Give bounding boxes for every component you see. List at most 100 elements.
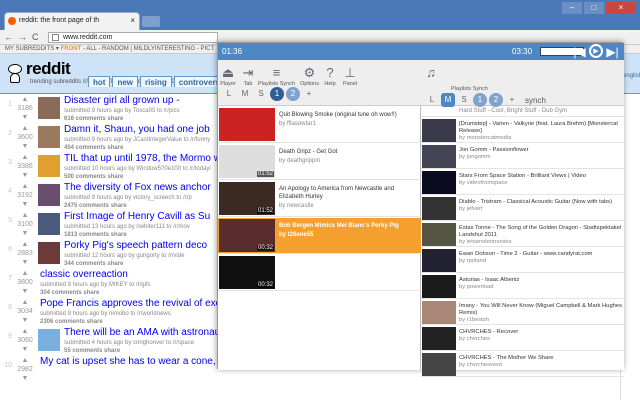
- post-comments-link[interactable]: 55 comments share: [64, 347, 220, 355]
- back-icon[interactable]: ←: [4, 32, 13, 42]
- video-thumbnail[interactable]: [422, 301, 456, 324]
- page-button-add[interactable]: +: [302, 87, 316, 101]
- page-button-s[interactable]: S: [254, 87, 268, 101]
- video-thumbnail[interactable]: [422, 353, 456, 376]
- post-comments-link[interactable]: 2306 comments share: [40, 318, 220, 326]
- post-title[interactable]: Porky Pig's speech pattern deco: [64, 240, 220, 251]
- post-comments-link[interactable]: 616 comments share: [64, 115, 220, 123]
- player-button[interactable]: ⏏ Player: [220, 66, 236, 88]
- page-button-m[interactable]: M: [238, 87, 252, 101]
- subreddit-links[interactable]: - ALL - RANDOM | MILDLYINTERESTING - PIC…: [83, 46, 214, 52]
- downvote-icon[interactable]: ▼: [15, 200, 35, 209]
- upvote-icon[interactable]: ▲: [15, 269, 35, 278]
- post-thumbnail[interactable]: [38, 242, 60, 264]
- maximize-icon[interactable]: □: [584, 2, 604, 14]
- video-thumbnail[interactable]: 01:52: [219, 182, 275, 215]
- post-thumbnail[interactable]: [38, 329, 60, 351]
- video-thumbnail[interactable]: 00:32: [219, 256, 275, 289]
- downvote-icon[interactable]: ▼: [15, 374, 35, 383]
- video-title[interactable]: Bob Bergen Mimics Mel Blanc's Porky Pig b…: [279, 222, 419, 239]
- video-item[interactable]: Jon Gomm - Passionflower by jongomm: [421, 144, 624, 169]
- page-button-1[interactable]: 1: [270, 87, 284, 101]
- downvote-icon[interactable]: ▼: [15, 113, 35, 122]
- browser-tab[interactable]: reddit: the front page of th ×: [4, 12, 140, 30]
- video-item[interactable]: CHVRCHES - Recover by chvrches: [421, 326, 624, 351]
- video-thumbnail[interactable]: [422, 327, 456, 350]
- video-item[interactable]: [Drumstep] - Varien - Valkyrie (feat. La…: [421, 118, 624, 143]
- forward-icon[interactable]: →: [18, 32, 27, 42]
- page-button-l[interactable]: L: [425, 93, 439, 107]
- page-button-2[interactable]: 2: [489, 93, 503, 107]
- video-item[interactable]: Asturias - Isaac Albeniz by powerload: [421, 274, 624, 299]
- play-button[interactable]: ▶: [589, 44, 603, 58]
- upvote-icon[interactable]: ▲: [15, 95, 35, 104]
- options-button[interactable]: ⚙ Options: [300, 66, 319, 88]
- video-title[interactable]: Jon Gomm - Passionflower by jongomm: [459, 147, 623, 161]
- post-thumbnail[interactable]: [38, 126, 60, 148]
- post-title[interactable]: My cat is upset she has to wear a cone, …: [40, 356, 220, 367]
- right-playlists-synch-button[interactable]: ♫: [423, 66, 439, 81]
- upvote-icon[interactable]: ▲: [15, 327, 35, 336]
- video-title[interactable]: Imany - You Will Never Know (Miguel Camp…: [459, 303, 623, 324]
- video-item[interactable]: Quit Blowing Smoke (original tune oh wow…: [218, 107, 421, 143]
- video-title[interactable]: Ewan Dobson - Time 2 - Guitar - www.cand…: [459, 251, 623, 265]
- page-button-add[interactable]: +: [505, 93, 519, 107]
- video-title[interactable]: Quit Blowing Smoke (original tune oh wow…: [279, 111, 419, 128]
- post-title[interactable]: There will be an AMA with astronaut Buzz…: [64, 327, 220, 338]
- upvote-icon[interactable]: ▲: [15, 240, 35, 249]
- upvote-icon[interactable]: ▲: [15, 298, 35, 307]
- downvote-icon[interactable]: ▼: [15, 345, 35, 354]
- video-title[interactable]: An Apology to America from Newcastle and…: [279, 185, 419, 210]
- post-comments-link[interactable]: 500 comments share: [64, 173, 220, 181]
- downvote-icon[interactable]: ▼: [15, 316, 35, 325]
- video-thumbnail[interactable]: [422, 119, 456, 142]
- video-title[interactable]: CHVRCHES - Recover by chvrches: [459, 329, 623, 343]
- video-item[interactable]: 01:52 An Apology to America from Newcastl…: [218, 181, 421, 217]
- post-title[interactable]: classic overreaction: [40, 269, 220, 280]
- next-track-icon[interactable]: ▶|: [605, 44, 620, 59]
- tab-button[interactable]: ⇥ Tab: [240, 66, 256, 88]
- close-window-icon[interactable]: ×: [606, 2, 636, 14]
- video-thumbnail[interactable]: [422, 171, 456, 194]
- post-title[interactable]: First Image of Henry Cavill as Su: [64, 211, 220, 222]
- reddit-alien-icon[interactable]: [6, 61, 24, 83]
- video-item[interactable]: Estas Tonne - The Song of the Golden Dra…: [421, 222, 624, 247]
- playlists-synch-button[interactable]: ≡ Playlists Synch: [258, 66, 295, 88]
- upvote-icon[interactable]: ▲: [15, 211, 35, 220]
- synch-link[interactable]: synch: [525, 96, 546, 105]
- reload-icon[interactable]: C: [32, 32, 39, 42]
- new-tab-button[interactable]: [142, 16, 160, 27]
- front-link[interactable]: FRONT: [61, 46, 82, 52]
- post-thumbnail[interactable]: [38, 155, 60, 177]
- tab-rising[interactable]: rising: [140, 76, 172, 87]
- video-title[interactable]: CHVRCHES - The Mother We Share by chvrche…: [459, 355, 623, 369]
- post-title[interactable]: Disaster girl all grown up -: [64, 95, 220, 106]
- video-item[interactable]: 00:32 Bob Bergen Mimics Mel Blanc's Porky…: [218, 218, 421, 254]
- page-button-2[interactable]: 2: [286, 87, 300, 101]
- downvote-icon[interactable]: ▼: [15, 171, 35, 180]
- post-comments-link[interactable]: 454 comments share: [64, 144, 220, 152]
- video-thumbnail[interactable]: [422, 145, 456, 168]
- video-title[interactable]: Death Gripz - Get Got by deathgrippin: [279, 148, 419, 165]
- video-thumbnail[interactable]: 01:52: [219, 145, 275, 178]
- video-title[interactable]: Stars From Space Station - Brilliant Vie…: [459, 173, 623, 187]
- post-title[interactable]: TIL that up until 1978, the Mormo who we…: [64, 153, 220, 164]
- cut-off-item[interactable]: Hard Stuff - Cool, Bright Stuff - Dub Gy…: [421, 107, 624, 117]
- upvote-icon[interactable]: ▲: [15, 153, 35, 162]
- video-item[interactable]: 01:52 Death Gripz - Get Got by deathgrippi…: [218, 144, 421, 180]
- downvote-icon[interactable]: ▼: [15, 142, 35, 151]
- video-thumbnail[interactable]: 00:32: [219, 219, 275, 252]
- upvote-icon[interactable]: ▲: [15, 182, 35, 191]
- address-bar[interactable]: www.reddit.com: [48, 32, 218, 43]
- upvote-icon[interactable]: ▲: [15, 356, 35, 365]
- video-item[interactable]: Ewan Dobson - Time 2 - Guitar - www.cand…: [421, 248, 624, 273]
- post-comments-link[interactable]: 304 comments share: [40, 289, 220, 297]
- video-item[interactable]: Stars From Space Station - Brilliant Vie…: [421, 170, 624, 195]
- page-button-l[interactable]: L: [222, 87, 236, 101]
- tab-new[interactable]: new: [112, 76, 138, 87]
- page-button-1[interactable]: 1: [473, 93, 487, 107]
- video-item[interactable]: 00:32: [218, 255, 421, 291]
- reddit-logo[interactable]: reddit: [26, 59, 71, 79]
- post-comments-link[interactable]: 1813 comments share: [64, 231, 220, 239]
- downvote-icon[interactable]: ▼: [15, 287, 35, 296]
